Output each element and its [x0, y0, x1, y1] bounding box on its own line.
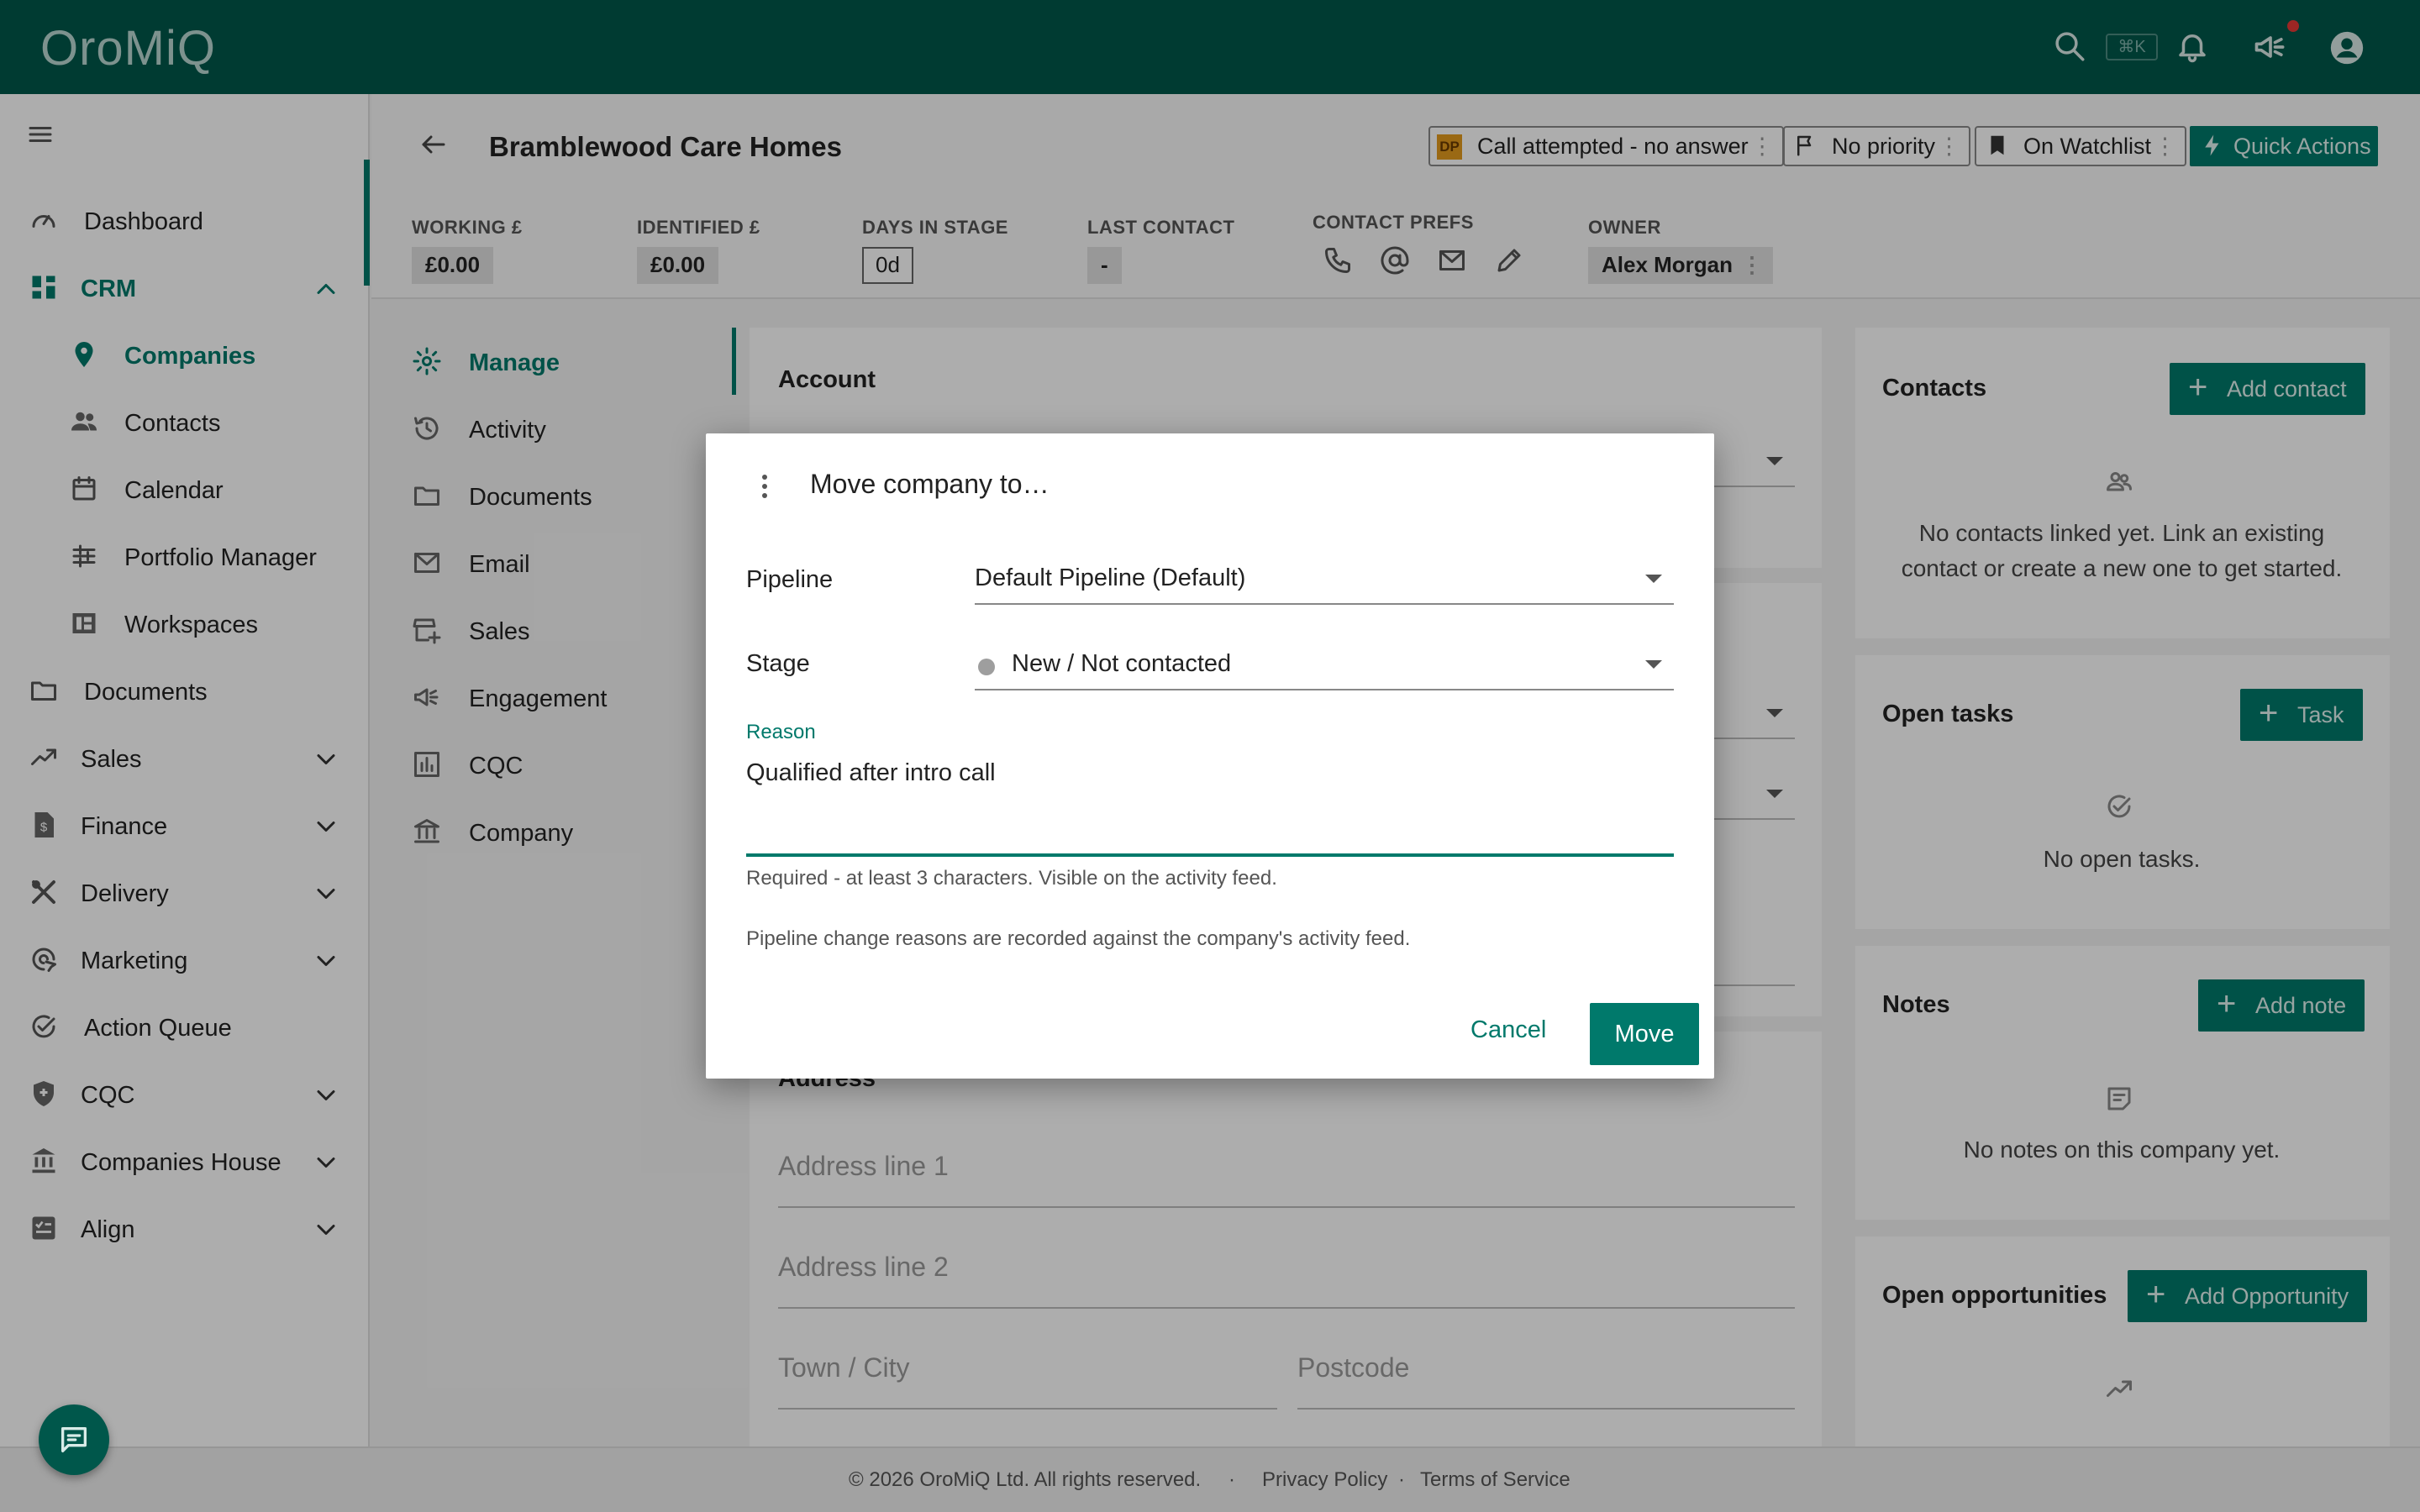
reason-value: Qualified after intro call	[746, 759, 996, 786]
stage-status-dot	[978, 659, 995, 675]
dialog-title: Move company to…	[810, 469, 1050, 499]
stage-selected-value: New / Not contacted	[1012, 650, 1232, 677]
reason-label: Reason	[746, 721, 816, 743]
dropdown-arrow-icon	[1645, 575, 1662, 583]
move-company-dialog: Move company to… Pipeline Default Pipeli…	[706, 433, 1714, 1079]
stage-select[interactable]: New / Not contacted	[975, 638, 1674, 690]
more-vert-icon[interactable]	[761, 474, 768, 499]
pipeline-label: Pipeline	[746, 566, 834, 593]
stage-label: Stage	[746, 650, 810, 677]
dropdown-arrow-icon	[1645, 660, 1662, 669]
reason-textarea[interactable]: Qualified after intro call	[746, 744, 1674, 857]
pipeline-change-note: Pipeline change reasons are recorded aga…	[746, 927, 1411, 950]
reason-hint: Required - at least 3 characters. Visibl…	[746, 867, 1277, 890]
pipeline-selected-value: Default Pipeline (Default)	[975, 564, 1246, 591]
pipeline-select[interactable]: Default Pipeline (Default)	[975, 553, 1674, 605]
move-button[interactable]: Move	[1590, 1003, 1699, 1065]
cancel-button[interactable]: Cancel	[1470, 1016, 1546, 1044]
feedback-button[interactable]	[39, 1404, 109, 1475]
